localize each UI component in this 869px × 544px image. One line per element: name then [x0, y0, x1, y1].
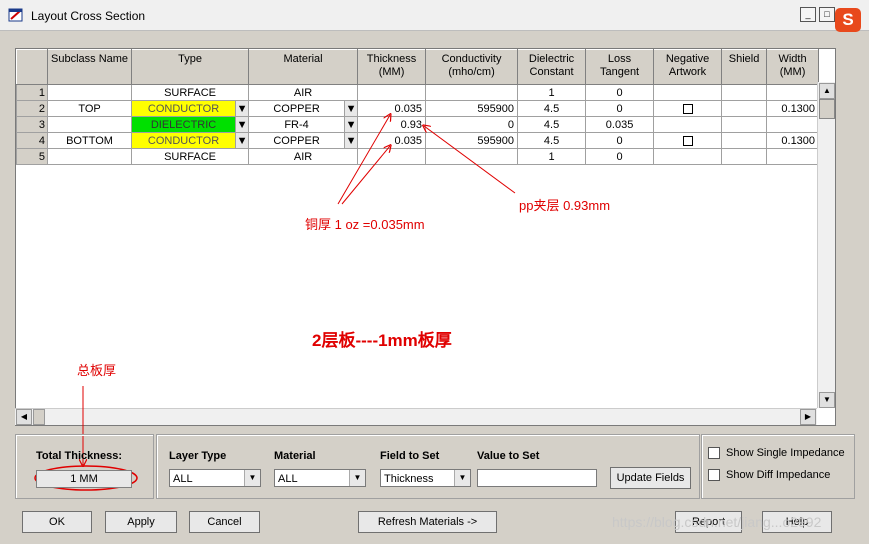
update-fields-button[interactable]: Update Fields	[610, 467, 691, 489]
field-to-set-label: Field to Set	[380, 450, 440, 462]
chevron-down-icon: ▼	[349, 470, 365, 486]
impedance-group	[701, 434, 855, 499]
layer-type-label: Layer Type	[169, 450, 227, 462]
cancel-button[interactable]: Cancel	[189, 511, 260, 533]
total-thickness-value: 1 MM	[36, 470, 132, 488]
watermark-text: https://blog.csdn.net/jiang...o2992	[612, 514, 822, 530]
layer-type-select[interactable]: ALL ▼	[169, 469, 261, 487]
total-annotation: 总板厚	[77, 363, 117, 378]
arrow-to-bottom-copper	[341, 146, 390, 205]
apply-button[interactable]: Apply	[105, 511, 177, 533]
value-to-set-input[interactable]	[477, 469, 597, 487]
pp-annotation: pp夹层 0.93mm	[519, 198, 611, 213]
arrow-to-dielectric	[424, 126, 516, 194]
copper-annotation: 铜厚 1 oz =0.035mm	[305, 217, 425, 232]
show-single-impedance-checkbox[interactable]: Show Single Impedance	[708, 447, 845, 460]
show-diff-impedance-checkbox[interactable]: Show Diff Impedance	[708, 469, 831, 482]
layer-type-value: ALL	[173, 473, 193, 485]
arrow-to-top-copper	[337, 115, 390, 205]
total-thickness-label: Total Thickness:	[36, 450, 122, 462]
show-single-impedance-label: Show Single Impedance	[726, 447, 845, 459]
material-filter-label: Material	[274, 450, 316, 462]
chevron-down-icon: ▼	[454, 470, 470, 486]
ok-button[interactable]: OK	[22, 511, 92, 533]
refresh-materials-button[interactable]: Refresh Materials ->	[358, 511, 497, 533]
material-filter-value: ALL	[278, 473, 298, 485]
show-diff-impedance-label: Show Diff Impedance	[726, 469, 831, 481]
field-to-set-value: Thickness	[384, 473, 434, 485]
field-to-set-select[interactable]: Thickness ▼	[380, 469, 471, 487]
total-thickness-group	[15, 434, 154, 499]
chevron-down-icon: ▼	[244, 470, 260, 486]
value-to-set-label: Value to Set	[477, 450, 540, 462]
board-annotation: 2层板----1mm板厚	[312, 331, 452, 350]
material-select[interactable]: ALL ▼	[274, 469, 366, 487]
